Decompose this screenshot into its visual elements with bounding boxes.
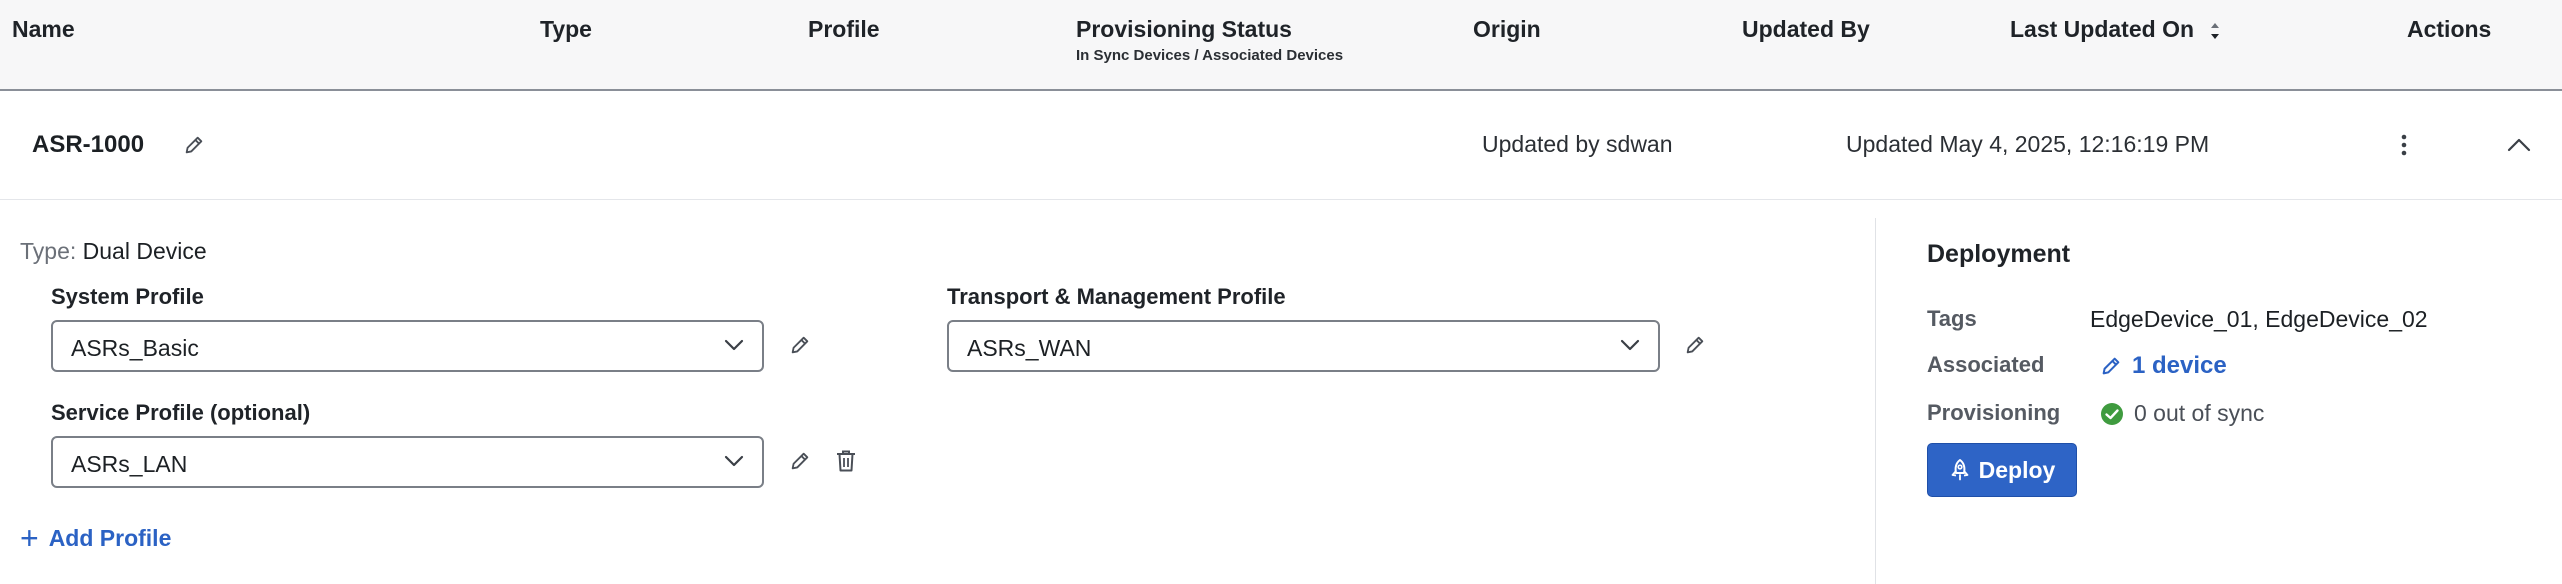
more-vertical-icon <box>2401 134 2407 156</box>
chevron-down-icon <box>724 339 744 351</box>
system-profile-select[interactable]: ASRs_Basic <box>51 320 764 372</box>
add-profile-link[interactable]: + Add Profile <box>20 522 171 554</box>
service-profile-label: Service Profile (optional) <box>51 400 311 425</box>
deployment-title: Deployment <box>1927 240 2071 268</box>
pencil-icon <box>791 452 809 470</box>
column-header-name[interactable]: Name <box>12 16 75 43</box>
plus-icon: + <box>20 520 39 556</box>
associated-key: Associated <box>1927 352 2045 377</box>
delete-service-profile-button[interactable] <box>831 446 861 476</box>
device-type-value: Dual Device <box>82 238 207 264</box>
service-profile-value: ASRs_LAN <box>71 451 188 477</box>
column-header-profile[interactable]: Profile <box>808 16 880 43</box>
column-header-origin[interactable]: Origin <box>1473 16 1541 43</box>
deploy-button[interactable]: Deploy <box>1927 443 2077 497</box>
edit-name-button[interactable] <box>180 131 208 159</box>
service-profile-select[interactable]: ASRs_LAN <box>51 436 764 488</box>
provisioning-status: 0 out of sync <box>2100 400 2264 427</box>
row-last-updated: Updated May 4, 2025, 12:16:19 PM <box>1846 131 2210 157</box>
pencil-icon <box>791 336 809 354</box>
provisioning-key: Provisioning <box>1927 400 2061 425</box>
edit-service-profile-button[interactable] <box>785 446 815 476</box>
tags-key: Tags <box>1927 306 1977 331</box>
system-profile-label: System Profile <box>51 284 204 309</box>
chevron-down-icon <box>1620 339 1640 351</box>
check-circle-icon <box>2101 402 2123 425</box>
column-subheader-provisioning: In Sync Devices / Associated Devices <box>1076 47 1344 64</box>
deploy-button-label: Deploy <box>1978 456 2056 483</box>
pencil-icon <box>185 136 203 154</box>
collapse-row-button[interactable] <box>2502 129 2536 161</box>
chevron-down-icon <box>724 455 744 467</box>
row-name: ASR-1000 <box>32 131 145 158</box>
provisioning-status-text: 0 out of sync <box>2134 400 2265 426</box>
associated-devices-link[interactable]: 1 device <box>2100 352 2227 380</box>
row-actions-button[interactable] <box>2392 129 2416 161</box>
edit-transport-profile-button[interactable] <box>1680 330 1710 360</box>
device-type-key: Type: <box>20 238 77 264</box>
device-type: Type: Dual Device <box>20 238 207 265</box>
edit-system-profile-button[interactable] <box>785 330 815 360</box>
column-header-provisioning-status[interactable]: Provisioning Status <box>1076 16 1292 43</box>
chevron-up-icon <box>2507 138 2531 152</box>
tags-value: EdgeDevice_01, EdgeDevice_02 <box>2090 306 2428 332</box>
transport-profile-select[interactable]: ASRs_WAN <box>947 320 1660 372</box>
transport-profile-label: Transport & Management Profile <box>947 284 1286 309</box>
column-header-last-updated-on[interactable]: Last Updated On <box>2010 16 2222 43</box>
pencil-icon <box>2102 357 2120 375</box>
system-profile-value: ASRs_Basic <box>71 335 199 361</box>
trash-icon <box>837 450 855 472</box>
column-header-type[interactable]: Type <box>540 16 592 43</box>
add-profile-label: Add Profile <box>48 524 172 551</box>
transport-profile-value: ASRs_WAN <box>967 335 1092 361</box>
pencil-icon <box>1686 336 1704 354</box>
row-updated-by: Updated by sdwan <box>1482 131 1673 157</box>
column-header-actions: Actions <box>2407 16 2492 42</box>
table-header: Name Type Profile Provisioning Status In… <box>0 0 2562 91</box>
column-header-last-updated-label: Last Updated On <box>2010 16 2195 42</box>
associated-devices-count: 1 device <box>2132 352 2227 379</box>
sort-icon[interactable] <box>2208 20 2222 42</box>
table-row[interactable]: ASR-1000 Updated by sdwan Updated May 4,… <box>0 93 2562 200</box>
row-detail-panel: Type: Dual Device System Profile ASRs_Ba… <box>0 200 2562 584</box>
column-header-updated-by[interactable]: Updated By <box>1742 16 1870 43</box>
rocket-icon <box>1951 459 1969 481</box>
panel-divider <box>1875 218 1876 584</box>
